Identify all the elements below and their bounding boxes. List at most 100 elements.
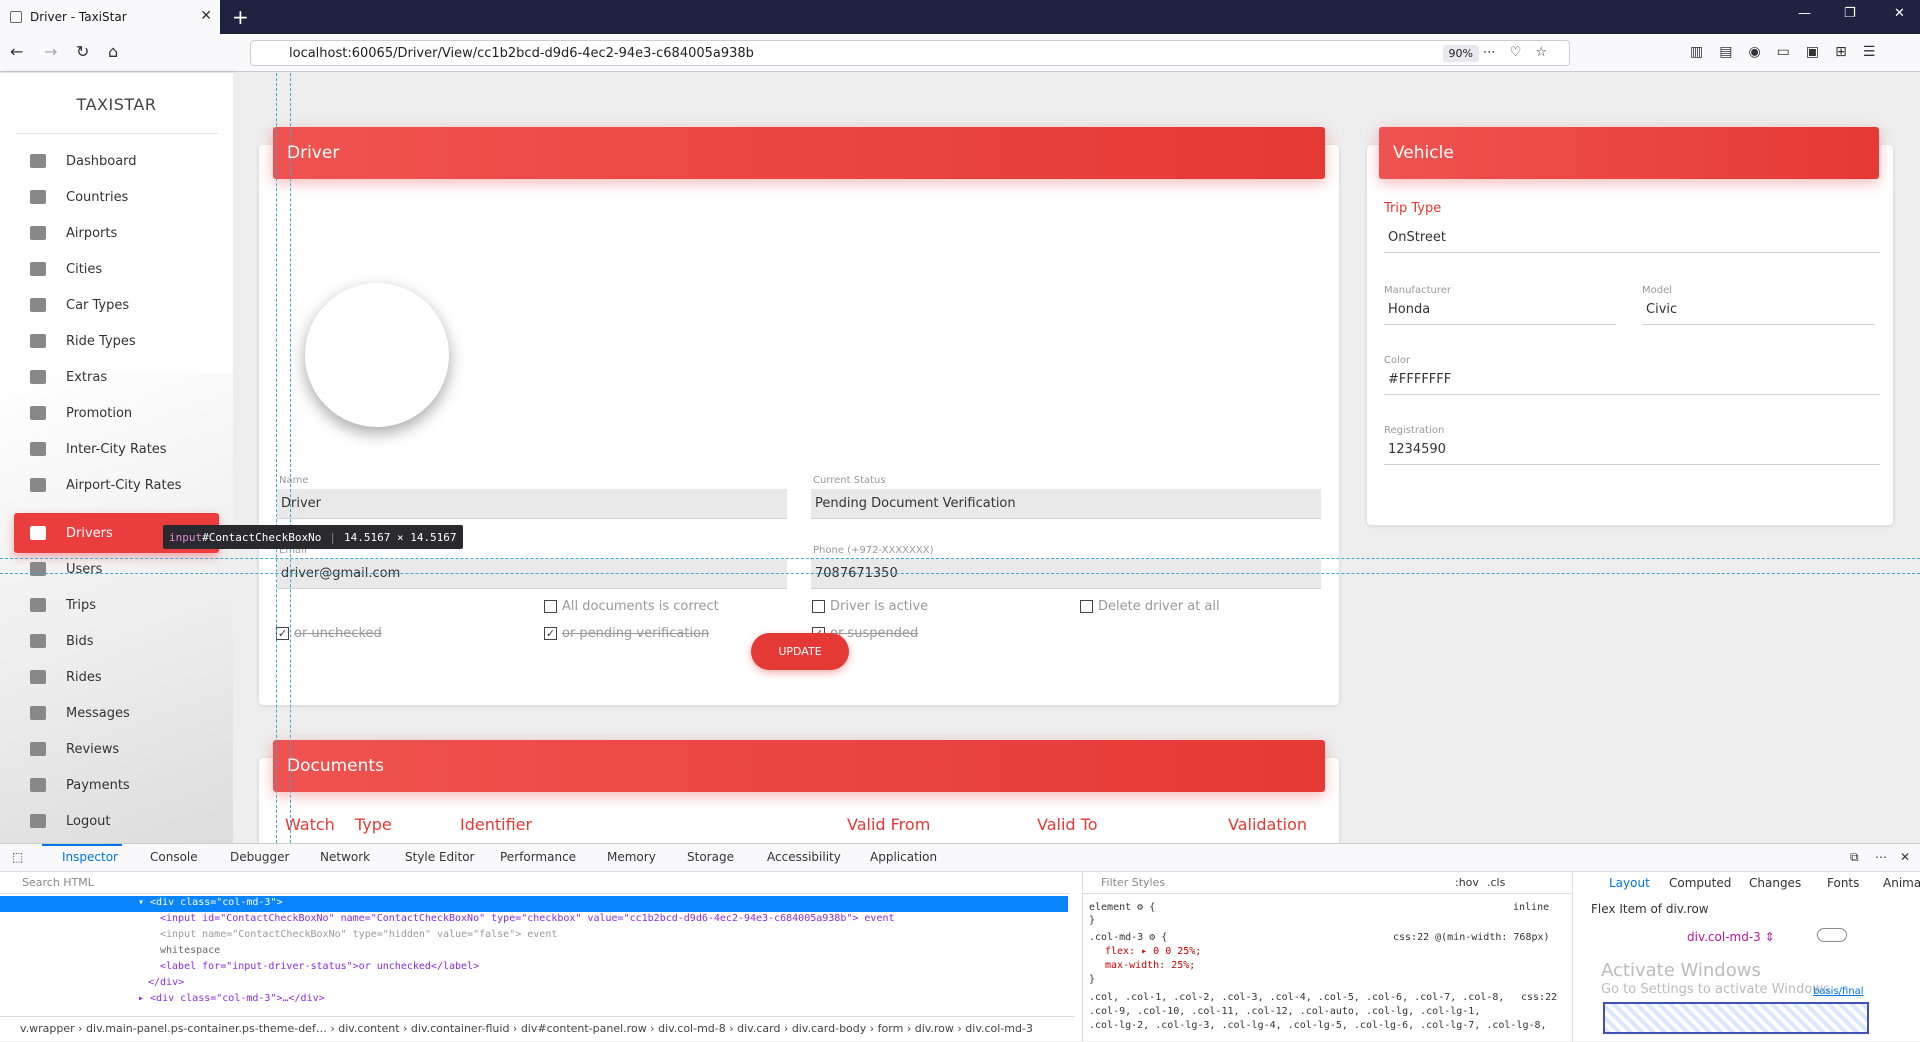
tab-inspector[interactable]: Inspector xyxy=(42,844,122,864)
toolbar-icons[interactable]: ▥▤◉▭▣⊞☰ xyxy=(1690,44,1891,60)
tab-computed[interactable]: Computed xyxy=(1669,876,1731,890)
tab-style-editor[interactable]: Style Editor xyxy=(405,850,474,864)
breadcrumb[interactable]: v.wrapper › div.main-panel.ps-container.… xyxy=(0,1016,1075,1038)
rule-line[interactable]: flex: ▸ 0 0 25%; xyxy=(1105,946,1201,957)
column-type[interactable]: Type xyxy=(355,815,392,834)
column-valid-from[interactable]: Valid From xyxy=(847,815,930,834)
tab-accessibility[interactable]: Accessibility xyxy=(767,850,841,864)
sidebar-item-ride-types[interactable]: Ride Types xyxy=(14,323,219,359)
sidebar-item-promotion[interactable]: Promotion xyxy=(14,395,219,431)
manufacturer-field[interactable]: Honda xyxy=(1384,295,1616,325)
tab-storage[interactable]: Storage xyxy=(687,850,734,864)
sidebar-item-airports[interactable]: Airports xyxy=(14,215,219,251)
trip-type-field[interactable]: OnStreet xyxy=(1384,223,1880,253)
sidebar-item-logout[interactable]: Logout xyxy=(14,803,219,839)
minimize-icon[interactable]: — xyxy=(1798,6,1811,21)
new-tab-icon[interactable]: + xyxy=(232,5,249,29)
car-front-icon xyxy=(30,526,46,540)
highlight-toggle[interactable] xyxy=(1817,928,1847,942)
sidebar-item-bids[interactable]: Bids xyxy=(14,623,219,659)
unchecked-checkbox[interactable]: ✓ or unchecked xyxy=(276,626,382,641)
sidebar-item-cities[interactable]: Cities xyxy=(14,251,219,287)
column-watch[interactable]: Watch xyxy=(285,815,335,834)
sidebar-item-rides[interactable]: Rides xyxy=(14,659,219,695)
sidebar-item-reviews[interactable]: Reviews xyxy=(14,731,219,767)
sidebar-item-trips[interactable]: Trips xyxy=(14,587,219,623)
flex-item-title[interactable]: Flex Item of div.row xyxy=(1591,902,1709,916)
back-icon[interactable]: ← xyxy=(10,42,23,61)
delete-driver-checkbox[interactable]: Delete driver at all xyxy=(1080,599,1220,614)
flex-selector[interactable]: div.col-md-3 ⇕ xyxy=(1687,930,1775,944)
dock-icon[interactable]: ⧉ xyxy=(1850,850,1859,865)
inspector-tooltip: input #ContactCheckBoxNo | 14.5167 × 14.516… xyxy=(163,525,463,549)
sidebar-item-users[interactable]: Users xyxy=(14,551,219,587)
navigation-bar: ← → ↻ ⌂ localhost:60065/Driver/View/cc1b… xyxy=(0,34,1920,72)
devtools-panel: ⬚ Inspector Console Debugger Network Sty… xyxy=(0,843,1920,1042)
pending-verification-checkbox[interactable]: ✓ or pending verification xyxy=(544,626,709,641)
sidebar-item-payments[interactable]: Payments xyxy=(14,767,219,803)
tab-memory[interactable]: Memory xyxy=(607,850,656,864)
column-valid-to[interactable]: Valid To xyxy=(1037,815,1097,834)
all-docs-checkbox[interactable]: All documents is correct xyxy=(544,599,719,614)
tree-node[interactable]: <input name="ContactCheckBoxNo" type="hi… xyxy=(0,928,1068,944)
tree-node[interactable]: <input id="ContactCheckBoxNo" name="Cont… xyxy=(0,912,1068,928)
registration-field[interactable]: 1234590 xyxy=(1384,435,1880,465)
tab-debugger[interactable]: Debugger xyxy=(230,850,289,864)
phone-field[interactable]: 7087671350 xyxy=(811,559,1321,589)
driver-card: Driver Name Driver Current Status Pendin… xyxy=(259,127,1339,705)
model-field[interactable]: Civic xyxy=(1642,295,1874,325)
rule-source[interactable]: css:22 xyxy=(1521,992,1557,1003)
url-bar[interactable]: localhost:60065/Driver/View/cc1b2bcd-d9d… xyxy=(250,40,1570,66)
forward-icon[interactable]: → xyxy=(44,42,57,61)
promotion-icon xyxy=(30,406,46,420)
tab-layout[interactable]: Layout xyxy=(1609,876,1650,890)
more-icon[interactable]: ⋯ xyxy=(1875,850,1887,864)
tree-node[interactable]: ▸ <div class="col-md-3">…</div> xyxy=(0,992,1068,1008)
sidebar-item-countries[interactable]: Countries xyxy=(14,179,219,215)
tab-application[interactable]: Application xyxy=(870,850,937,864)
badge-icon xyxy=(30,742,46,756)
column-identifier[interactable]: Identifier xyxy=(460,815,532,834)
close-devtools-icon[interactable]: ✕ xyxy=(1900,850,1910,864)
tab-changes[interactable]: Changes xyxy=(1749,876,1801,890)
sidebar-item-extras[interactable]: Extras xyxy=(14,359,219,395)
car-icon xyxy=(30,298,46,312)
page-actions-icons[interactable]: ⋯♡☆ xyxy=(1483,45,1561,60)
pick-element-icon[interactable]: ⬚ xyxy=(12,850,23,864)
brand-logo[interactable]: TAXISTAR xyxy=(0,95,233,114)
update-button[interactable]: UPDATE xyxy=(751,633,849,670)
sidebar-item-inter-city-rates[interactable]: Inter-City Rates xyxy=(14,431,219,467)
tab-console[interactable]: Console xyxy=(150,850,198,864)
hov-toggle[interactable]: :hov xyxy=(1455,876,1479,889)
sidebar-item-dashboard[interactable]: Dashboard xyxy=(14,143,219,179)
name-field[interactable]: Driver xyxy=(277,489,787,519)
color-field[interactable]: #FFFFFFF xyxy=(1384,365,1880,395)
rule-line[interactable]: max-width: 25%; xyxy=(1105,960,1195,971)
basis-final-label[interactable]: basis/final xyxy=(1813,986,1864,997)
sidebar-item-messages[interactable]: Messages xyxy=(14,695,219,731)
tree-node[interactable]: </div> xyxy=(0,976,1068,992)
rule-source[interactable]: inline xyxy=(1513,902,1549,913)
home-icon[interactable]: ⌂ xyxy=(108,42,118,61)
cls-toggle[interactable]: .cls xyxy=(1487,876,1505,889)
rule-source[interactable]: css:22 @(min-width: 768px) xyxy=(1393,932,1550,943)
zoom-badge[interactable]: 90% xyxy=(1442,45,1479,62)
tree-node[interactable]: ▾ <div class="col-md-3"> xyxy=(0,896,1068,912)
close-tab-icon[interactable]: ✕ xyxy=(200,8,212,24)
reload-icon[interactable]: ↻ xyxy=(76,42,89,61)
tab-animations[interactable]: Animat xyxy=(1883,876,1920,890)
browser-tab[interactable]: Driver - TaxiStar ✕ xyxy=(0,0,220,34)
sidebar-item-car-types[interactable]: Car Types xyxy=(14,287,219,323)
tab-performance[interactable]: Performance xyxy=(500,850,576,864)
restore-icon[interactable]: ❐ xyxy=(1844,6,1856,21)
driver-active-checkbox[interactable]: Driver is active xyxy=(812,599,928,614)
tab-network[interactable]: Network xyxy=(320,850,370,864)
tab-fonts[interactable]: Fonts xyxy=(1827,876,1859,890)
tree-node[interactable]: <label for="input-driver-status">or unch… xyxy=(0,960,1068,976)
email-field[interactable]: driver@gmail.com xyxy=(277,559,787,589)
search-html-input[interactable]: Search HTML xyxy=(0,872,1070,894)
status-field[interactable]: Pending Document Verification xyxy=(811,489,1321,519)
column-validation[interactable]: Validation xyxy=(1228,815,1307,834)
sidebar-item-airport-city-rates[interactable]: Airport-City Rates xyxy=(14,467,219,503)
close-window-icon[interactable]: ✕ xyxy=(1894,6,1905,21)
